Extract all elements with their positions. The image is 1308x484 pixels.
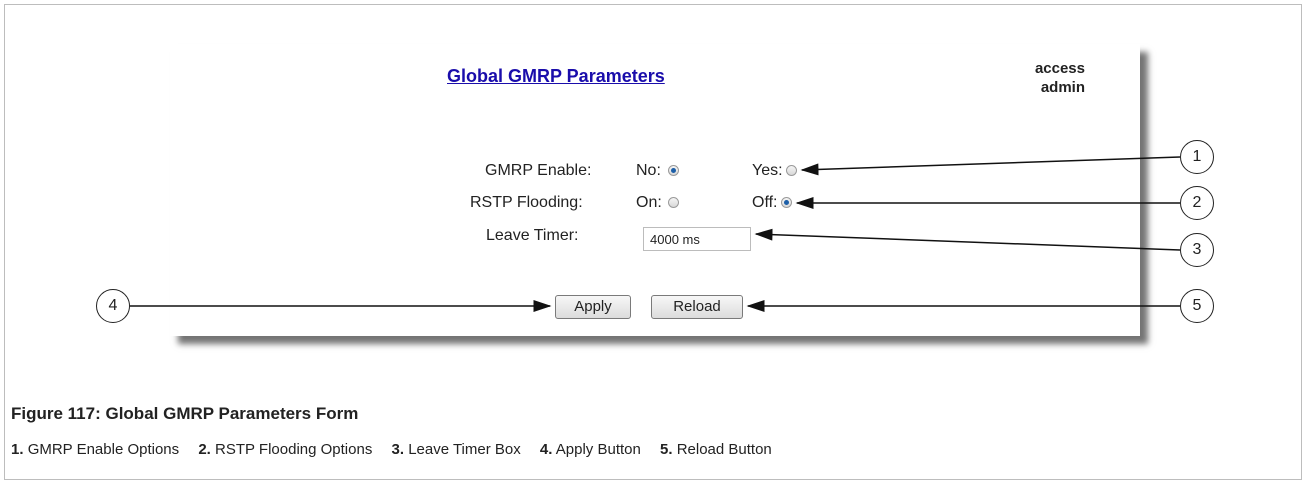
callout-5: 5 <box>1180 289 1214 323</box>
legend-item-3: 3. Leave Timer Box <box>391 441 521 458</box>
callout-1-arrow <box>800 156 1181 176</box>
legend-item-4: 4. Apply Button <box>539 441 641 458</box>
callout-4: 4 <box>96 289 130 323</box>
callout-1: 1 <box>1180 140 1214 174</box>
legend-item-2: 2. RSTP Flooding Options <box>198 441 373 458</box>
callout-2: 2 <box>1180 186 1214 220</box>
callout-3: 3 <box>1180 233 1214 267</box>
figure-legend: 1. GMRP Enable Options 2. RSTP Flooding … <box>11 441 787 458</box>
legend-item-5: 5. Reload Button <box>660 441 772 458</box>
figure-caption: Figure 117: Global GMRP Parameters Form <box>11 404 359 423</box>
callout-3-arrow <box>754 228 1181 251</box>
legend-item-1: 1. GMRP Enable Options <box>11 441 180 458</box>
